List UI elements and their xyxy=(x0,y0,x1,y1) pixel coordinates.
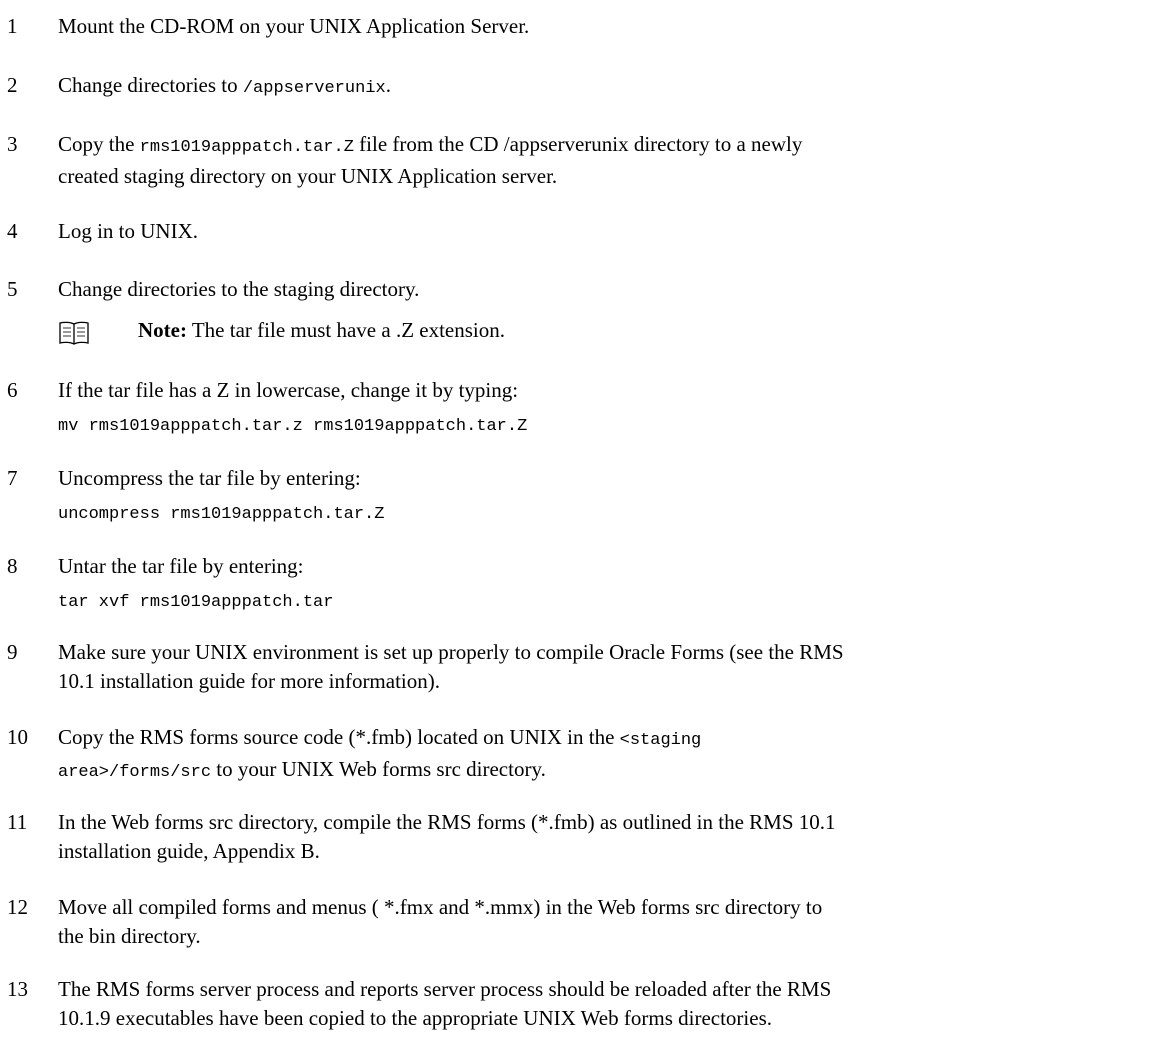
step-number: 8 xyxy=(7,554,18,578)
note-body: The tar file must have a .Z extension. xyxy=(186,318,505,342)
step-number: 12 xyxy=(7,895,28,919)
book-icon xyxy=(59,321,89,345)
step-text: Uncompress the tar file by entering: xyxy=(58,466,361,490)
step-number: 7 xyxy=(7,466,18,490)
command-line: tar xvf rms1019apppatch.tar xyxy=(58,593,334,612)
step-number: 5 xyxy=(7,277,18,301)
command-line: uncompress rms1019apppatch.tar.Z xyxy=(58,505,385,524)
inline-code: area>/forms/src xyxy=(58,763,212,782)
step-text: If the tar file has a Z in lowercase, ch… xyxy=(58,378,519,402)
step-number: 9 xyxy=(7,640,18,664)
inline-code: <staging xyxy=(619,731,702,750)
inline-code: /appserverunix xyxy=(242,79,386,98)
inline-code: rms1019apppatch.tar.Z xyxy=(139,138,354,157)
step-number: 11 xyxy=(7,810,28,834)
step-number: 3 xyxy=(7,132,18,156)
command-line: mv rms1019apppatch.tar.z rms1019apppatch… xyxy=(58,417,528,436)
note-callout: Note: The tar file must have a .Z extens… xyxy=(58,316,1148,348)
step-text: Move all compiled forms and menus ( *.fm… xyxy=(58,895,823,948)
step-text: Make sure your UNIX environment is set u… xyxy=(58,640,844,693)
step-text: Change directories to the staging direct… xyxy=(58,277,420,301)
note-text: Note: The tar file must have a .Z extens… xyxy=(138,316,505,345)
step-text: Log in to UNIX. xyxy=(58,219,198,243)
step-text: Mount the CD-ROM on your UNIX Applicatio… xyxy=(58,14,530,38)
step-number: 6 xyxy=(7,378,18,402)
step-number: 13 xyxy=(7,977,28,1001)
step-text: Change directories to /appserverunix. xyxy=(58,73,391,98)
step-number: 1 xyxy=(7,14,18,38)
note-label: Note: xyxy=(138,318,187,342)
step-number: 2 xyxy=(7,73,18,97)
step-text: Untar the tar file by entering: xyxy=(58,554,304,578)
step-number: 4 xyxy=(7,219,18,243)
step-text: Copy the rms1019apppatch.tar.Z file from… xyxy=(58,132,803,188)
step-text: Copy the RMS forms source code (*.fmb) l… xyxy=(58,725,702,782)
step-text: The RMS forms server process and reports… xyxy=(58,977,832,1030)
step-text: In the Web forms src directory, compile … xyxy=(58,810,836,863)
step-number: 10 xyxy=(7,725,28,749)
